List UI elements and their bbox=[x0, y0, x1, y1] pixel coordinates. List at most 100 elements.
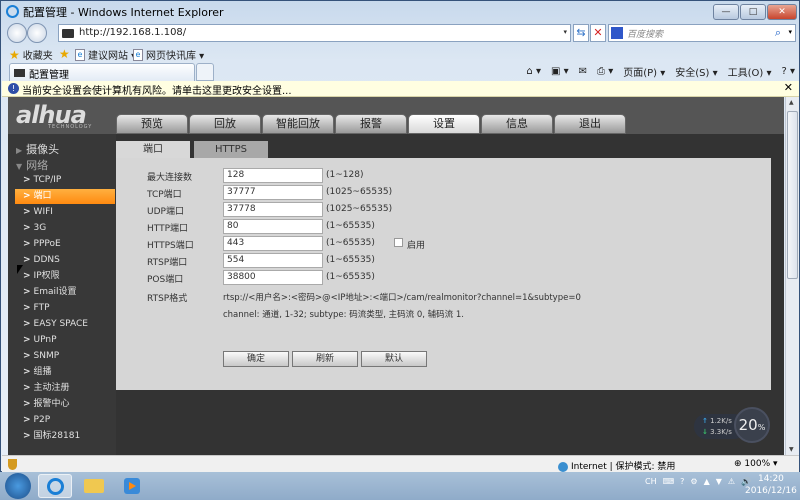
sidebar-item-alarm-center[interactable]: > 报警中心 bbox=[15, 397, 115, 412]
favorite-item-web-slice[interactable]: e 网页快讯库 ▾ bbox=[133, 47, 204, 62]
taskbar-media-player[interactable] bbox=[115, 474, 149, 498]
pos-port-input[interactable]: 38800 bbox=[223, 270, 323, 285]
sidebar-item-pppoe[interactable]: > PPPoE bbox=[15, 237, 115, 252]
sidebar-item-3g[interactable]: >3G bbox=[15, 221, 115, 236]
search-icon[interactable]: ⌕ bbox=[775, 26, 781, 40]
scrollbar-thumb[interactable] bbox=[787, 111, 798, 279]
favorite-item-suggested-sites[interactable]: e 建议网站 ▾ bbox=[75, 47, 136, 62]
sidebar-item-wifi[interactable]: > WIFI bbox=[15, 205, 115, 220]
sidebar-item-ddns[interactable]: > DDNS bbox=[15, 253, 115, 268]
https-enable-checkbox[interactable] bbox=[394, 238, 403, 247]
language-indicator[interactable]: CH bbox=[645, 477, 657, 486]
scroll-up-icon[interactable]: ▲ bbox=[789, 99, 794, 106]
vertical-scrollbar[interactable]: ▲ ▼ bbox=[785, 97, 799, 455]
download-speed: ↓ 3.3K/s bbox=[702, 428, 732, 436]
forward-button[interactable] bbox=[27, 23, 47, 43]
show-hidden-icon[interactable]: ▲ bbox=[704, 477, 710, 486]
sidebar-item-multicast[interactable]: > 组播 bbox=[15, 365, 115, 380]
search-dropdown-icon[interactable]: ▾ bbox=[788, 28, 792, 36]
sidebar-section-network[interactable]: ▼ 网络 bbox=[16, 157, 48, 173]
help-icon[interactable]: ? ▾ bbox=[781, 66, 795, 77]
sidebar-item-port[interactable]: > 端口 bbox=[15, 189, 115, 204]
sidebar-item-label: Email设置 bbox=[33, 287, 77, 297]
udp-port-input[interactable]: 37778 bbox=[223, 202, 323, 217]
sidebar-item-p2p[interactable]: > P2P bbox=[15, 413, 115, 428]
nav-tab-playback[interactable]: 回放 bbox=[189, 114, 261, 134]
safety-menu[interactable]: 安全(S) ▾ bbox=[675, 64, 717, 79]
feeds-icon[interactable]: ▣ ▾ bbox=[551, 66, 569, 77]
field-label: RTSP格式 bbox=[147, 294, 188, 304]
scroll-down-icon[interactable]: ▼ bbox=[789, 446, 794, 453]
tools-menu[interactable]: 工具(O) ▾ bbox=[728, 64, 772, 79]
refresh-icon[interactable]: ⇆ bbox=[573, 24, 589, 42]
refresh-button[interactable]: 刷新 bbox=[292, 351, 358, 367]
network-warning-icon[interactable]: ⚠ bbox=[728, 477, 735, 486]
favorites-button[interactable]: ★ 收藏夹 bbox=[9, 47, 53, 63]
subtab-port[interactable]: 端口 bbox=[116, 141, 190, 158]
sidebar-item-ftp[interactable]: > FTP bbox=[15, 301, 115, 316]
maximize-button[interactable]: □ bbox=[740, 4, 766, 20]
clock[interactable]: 14:20 2016/12/16 bbox=[745, 473, 797, 497]
address-bar[interactable]: http://192.168.1.108/ ▾ bbox=[58, 24, 571, 42]
taskbar-ie[interactable] bbox=[38, 474, 72, 498]
minimize-button[interactable]: — bbox=[713, 4, 739, 20]
keyboard-icon[interactable]: ⌨ bbox=[663, 477, 675, 486]
nav-tab-settings[interactable]: 设置 bbox=[408, 114, 480, 134]
favorite-label: 建议网站 ▾ bbox=[88, 51, 137, 62]
nav-tab-smart-playback[interactable]: 智能回放 bbox=[262, 114, 334, 134]
field-label: POS端口 bbox=[147, 275, 184, 285]
nav-tab-preview[interactable]: 预览 bbox=[116, 114, 188, 134]
security-zone[interactable]: Internet | 保护模式: 禁用 bbox=[558, 459, 675, 472]
zoom-level[interactable]: ⊕ 100% ▾ bbox=[734, 459, 778, 469]
page-menu[interactable]: 页面(P) ▾ bbox=[623, 64, 665, 79]
search-box[interactable]: 百度搜索 ⌕ ▾ bbox=[608, 24, 796, 42]
collapse-icon: ▼ bbox=[16, 162, 23, 171]
print-icon[interactable]: ⎙ ▾ bbox=[597, 66, 613, 77]
sidebar-item-gb28181[interactable]: > 国标28181 bbox=[15, 429, 115, 444]
browser-tab[interactable]: 配置管理 bbox=[9, 63, 195, 81]
sidebar-item-email[interactable]: > Email设置 bbox=[15, 285, 115, 300]
new-tab-button[interactable] bbox=[196, 63, 214, 81]
settings-tray-icon[interactable]: ⚙ bbox=[690, 477, 697, 486]
start-button[interactable] bbox=[5, 473, 31, 499]
subtab-https[interactable]: HTTPS bbox=[194, 141, 268, 158]
max-connections-input[interactable]: 128 bbox=[223, 168, 323, 183]
ok-button[interactable]: 确定 bbox=[223, 351, 289, 367]
home-icon[interactable]: ⌂ ▾ bbox=[526, 66, 541, 77]
chevron-right-icon: > bbox=[23, 175, 31, 185]
sidebar-item-ip-filter[interactable]: > IP权限 bbox=[15, 269, 115, 284]
mail-icon[interactable]: ✉ bbox=[579, 66, 587, 77]
app-header: alhua TECHNOLOGY 预览 回放 智能回放 报警 设置 信息 退出 bbox=[8, 97, 784, 134]
sidebar-item-auto-register[interactable]: > 主动注册 bbox=[15, 381, 115, 396]
back-button[interactable] bbox=[7, 23, 27, 43]
security-infobar[interactable]: ! 当前安全设置会使计算机有风险。请单击这里更改安全设置... ✕ bbox=[2, 81, 799, 97]
https-enable-label[interactable]: 启用 bbox=[407, 238, 425, 251]
address-dropdown-icon[interactable]: ▾ bbox=[563, 28, 567, 36]
url-text[interactable]: http://192.168.1.108/ bbox=[79, 27, 186, 38]
add-favorite-button[interactable]: ★ bbox=[59, 47, 70, 61]
sidebar-item-snmp[interactable]: > SNMP bbox=[15, 349, 115, 364]
infobar-text[interactable]: 当前安全设置会使计算机有风险。请单击这里更改安全设置... bbox=[22, 82, 292, 97]
sidebar-item-easy-space[interactable]: > EASY SPACE bbox=[15, 317, 115, 332]
security-tray-icon[interactable]: ▼ bbox=[716, 477, 722, 486]
rtsp-port-input[interactable]: 554 bbox=[223, 253, 323, 268]
network-speed-widget[interactable]: ↑ 1.2K/s ↓ 3.3K/s 20% bbox=[694, 407, 770, 443]
tcp-port-input[interactable]: 37777 bbox=[223, 185, 323, 200]
sidebar-item-tcpip[interactable]: > TCP/IP bbox=[15, 173, 115, 188]
stop-icon[interactable]: ✕ bbox=[590, 24, 606, 42]
http-port-input[interactable]: 80 bbox=[223, 219, 323, 234]
https-port-input[interactable]: 443 bbox=[223, 236, 323, 251]
infobar-close-icon[interactable]: ✕ bbox=[784, 81, 793, 94]
sidebar-section-camera[interactable]: ▶ 摄像头 bbox=[16, 141, 59, 157]
search-input[interactable]: 百度搜索 bbox=[627, 27, 663, 40]
close-button[interactable]: ✕ bbox=[767, 4, 797, 20]
nav-tab-info[interactable]: 信息 bbox=[481, 114, 553, 134]
default-button[interactable]: 默认 bbox=[361, 351, 427, 367]
sidebar-item-label: PPPoE bbox=[33, 239, 61, 249]
nav-tab-alarm[interactable]: 报警 bbox=[335, 114, 407, 134]
taskbar-explorer[interactable] bbox=[77, 474, 111, 498]
navigation-bar: http://192.168.1.108/ ▾ ⇆ ✕ 百度搜索 ⌕ ▾ bbox=[1, 22, 800, 44]
sidebar-item-upnp[interactable]: > UPnP bbox=[15, 333, 115, 348]
nav-tab-logout[interactable]: 退出 bbox=[554, 114, 626, 134]
help-tray-icon[interactable]: ? bbox=[680, 477, 684, 486]
